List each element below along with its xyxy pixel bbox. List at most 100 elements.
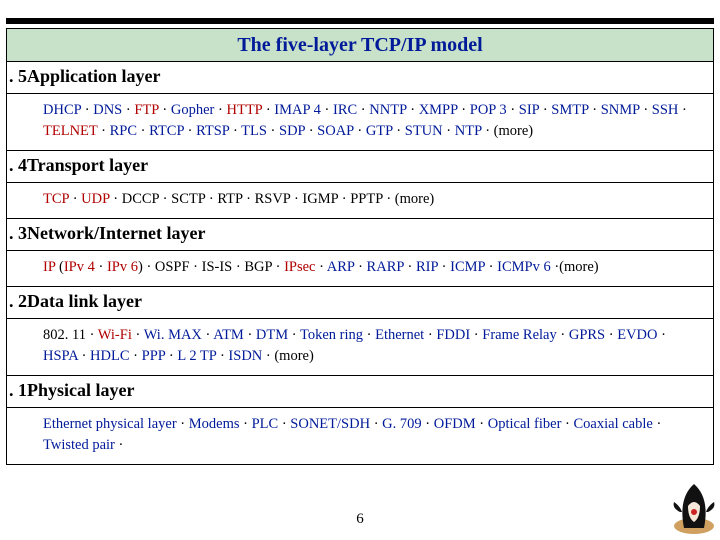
layer-body: Ethernet physical layer · Modems · PLC ·…: [7, 408, 713, 464]
protocol-item: ·: [678, 102, 686, 118]
protocol-item: ·: [69, 191, 81, 207]
protocol-item: ARP: [327, 259, 355, 275]
protocol-item: ·: [159, 102, 171, 118]
protocol-item: Wi-Fi: [98, 327, 132, 343]
protocol-item: ·: [262, 102, 274, 118]
protocol-item: ·: [216, 348, 228, 364]
protocol-item: ·: [422, 416, 434, 432]
protocol-item: ICMP: [450, 259, 485, 275]
protocol-item: ·: [184, 123, 196, 139]
title-row: The five-layer TCP/IP model: [6, 28, 714, 62]
protocol-item: ·: [438, 259, 450, 275]
protocol-item: Coaxial cable: [574, 416, 653, 432]
protocol-item: ·: [557, 327, 569, 343]
protocol-item: ·: [370, 416, 382, 432]
protocol-item: HSPA: [43, 348, 78, 364]
protocol-item: ·: [122, 102, 134, 118]
protocol-item: ·: [86, 327, 98, 343]
protocol-item: ·: [470, 327, 482, 343]
layer-heading: . 4Transport layer: [7, 150, 713, 183]
protocol-item: ·: [404, 259, 416, 275]
protocol-item: UDP: [81, 191, 109, 207]
protocol-item: ·: [424, 327, 436, 343]
protocol-item: SOAP: [317, 123, 354, 139]
protocol-item: DNS: [93, 102, 122, 118]
protocol-item: SSH: [652, 102, 679, 118]
protocol-item: ·: [278, 416, 290, 432]
protocol-item: ATM: [213, 327, 244, 343]
protocol-item: SDP: [279, 123, 305, 139]
layer-body: TCP · UDP · DCCP · SCTP · RTP · RSVP · I…: [7, 183, 713, 218]
layer-number: . 5: [9, 66, 27, 87]
protocol-item: ·: [507, 102, 519, 118]
protocol-item: RARP: [367, 259, 404, 275]
protocol-item: ·: [605, 327, 617, 343]
protocol-item: IPv 4: [64, 259, 95, 275]
protocol-item: RTSP: [196, 123, 229, 139]
layer-body: IP (IPv 4 · IPv 6) · OSPF · IS-IS · BGP …: [7, 251, 713, 286]
protocol-item: ·: [443, 123, 455, 139]
protocol-item: (: [55, 259, 63, 275]
protocol-item: PLC: [252, 416, 279, 432]
protocol-item: ·: [321, 102, 333, 118]
protocol-item: SIP: [519, 102, 539, 118]
protocol-item: FTP: [134, 102, 158, 118]
protocol-item: TELNET: [43, 123, 98, 139]
top-black-bar: [6, 18, 714, 24]
layer-heading: . 1Physical layer: [7, 375, 713, 408]
protocol-item: POP 3: [470, 102, 507, 118]
protocol-item: SNMP: [601, 102, 640, 118]
protocol-item: · (more): [262, 348, 314, 364]
protocol-item: Token ring: [300, 327, 363, 343]
protocol-item: Wi. MAX: [144, 327, 202, 343]
protocol-item: PPP: [142, 348, 166, 364]
layer-number: . 4: [9, 155, 27, 176]
protocol-item: IPv 6: [107, 259, 138, 275]
protocol-item: NTP: [455, 123, 482, 139]
protocol-item: XMPP: [419, 102, 458, 118]
layer-heading: . 2Data link layer: [7, 286, 713, 319]
protocol-item: ·: [214, 102, 226, 118]
protocol-item: RIP: [416, 259, 438, 275]
protocol-item: ·: [407, 102, 419, 118]
protocol-item: SMTP: [551, 102, 588, 118]
protocol-item: ·: [354, 259, 366, 275]
protocol-item: ·: [130, 348, 142, 364]
protocol-item: TCP: [43, 191, 69, 207]
protocol-item: ·: [658, 327, 666, 343]
protocol-item: ·: [115, 437, 123, 453]
protocol-item: ·: [177, 416, 189, 432]
protocol-item: ·: [229, 123, 241, 139]
protocol-item: ·: [202, 327, 213, 343]
protocol-item: IMAP 4: [274, 102, 321, 118]
layer-name: Transport layer: [27, 155, 148, 175]
protocol-item: L 2 TP: [177, 348, 216, 364]
title-text: The five-layer TCP/IP model: [237, 34, 482, 57]
protocol-item: ·: [640, 102, 652, 118]
protocol-item: ·: [363, 327, 375, 343]
protocol-item: EVDO: [617, 327, 657, 343]
protocol-item: 802. 11: [43, 327, 86, 343]
protocol-item: OFDM: [434, 416, 476, 432]
protocol-item: · DCCP · SCTP · RTP · RSVP · IGMP · PPTP…: [110, 191, 435, 207]
layer-number: . 1: [9, 380, 27, 401]
protocol-item: DTM: [256, 327, 288, 343]
protocol-item: NNTP: [369, 102, 406, 118]
protocol-item: Optical fiber: [488, 416, 562, 432]
protocol-item: TLS: [241, 123, 267, 139]
protocol-item: ·: [95, 259, 107, 275]
protocol-item: DHCP: [43, 102, 81, 118]
layers-table: . 5Application layerDHCP · DNS · FTP · G…: [6, 62, 714, 465]
protocol-item: ·: [240, 416, 252, 432]
protocol-item: G. 709: [382, 416, 421, 432]
layer-name: Data link layer: [27, 291, 142, 311]
page-number: 6: [0, 511, 720, 528]
layer-name: Network/Internet layer: [27, 223, 205, 243]
layer-body: DHCP · DNS · FTP · Gopher · HTTP · IMAP …: [7, 94, 713, 150]
protocol-item: ·: [78, 348, 90, 364]
layer-number: . 2: [9, 291, 27, 312]
protocol-item: ·: [165, 348, 177, 364]
protocol-item: · (more): [482, 123, 534, 139]
mascot-icon: [670, 478, 718, 538]
protocol-item: ·: [476, 416, 488, 432]
